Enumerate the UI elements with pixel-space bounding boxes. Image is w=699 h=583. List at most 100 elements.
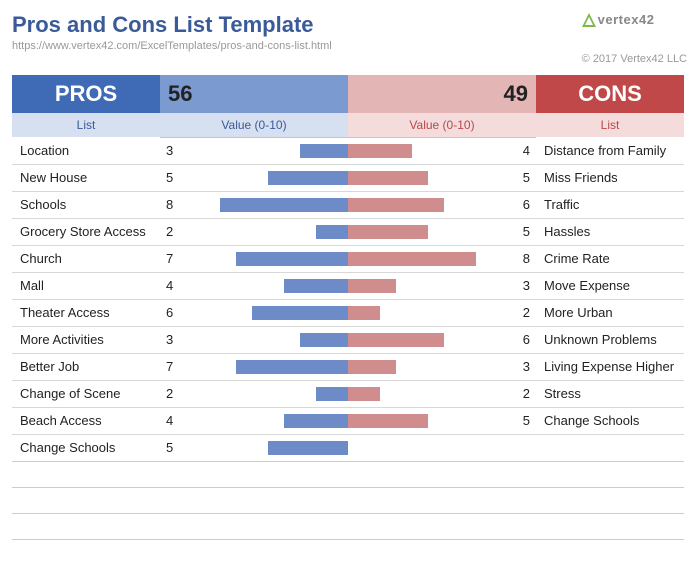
cons-item-label: Distance from Family xyxy=(536,137,684,164)
pros-list-header: List xyxy=(12,113,160,137)
cons-bar xyxy=(348,225,428,239)
pros-item-value: 2 xyxy=(160,380,348,407)
pros-item-value: 2 xyxy=(160,218,348,245)
pros-cons-table: PROS 56 49 CONS List Value (0-10) Value … xyxy=(12,75,684,540)
pros-item-label: Change of Scene xyxy=(12,380,160,407)
cons-item-value: 6 xyxy=(348,326,536,353)
cons-bar xyxy=(348,414,428,428)
pros-bar xyxy=(236,252,348,266)
pros-item-value: 7 xyxy=(160,245,348,272)
pros-item-label xyxy=(12,487,160,513)
table-row xyxy=(12,461,684,487)
pros-bar xyxy=(252,306,348,320)
pros-bar xyxy=(300,333,348,347)
cons-item-value: 5 xyxy=(348,407,536,434)
pros-item-value xyxy=(160,461,348,487)
pros-item-label: Change Schools xyxy=(12,434,160,461)
pros-item-label: Location xyxy=(12,137,160,164)
cons-list-header: List xyxy=(536,113,684,137)
pros-item-label: Grocery Store Access xyxy=(12,218,160,245)
cons-bar xyxy=(348,252,476,266)
cons-bar xyxy=(348,333,444,347)
table-row: Theater Access62More Urban xyxy=(12,299,684,326)
pros-bar xyxy=(284,279,348,293)
cons-item-label: Stress xyxy=(536,380,684,407)
pros-bar xyxy=(236,360,348,374)
copyright: © 2017 Vertex42 LLC xyxy=(582,53,687,65)
cons-total: 49 xyxy=(348,75,536,113)
pros-bar xyxy=(316,225,348,239)
cons-item-value: 8 xyxy=(348,245,536,272)
table-row: Grocery Store Access25Hassles xyxy=(12,218,684,245)
cons-item-label: Miss Friends xyxy=(536,164,684,191)
cons-item-label xyxy=(536,513,684,539)
table-row: Location34Distance from Family xyxy=(12,137,684,164)
pros-bar xyxy=(268,171,348,185)
pros-item-value: 4 xyxy=(160,407,348,434)
pros-item-value: 7 xyxy=(160,353,348,380)
page-title: Pros and Cons List Template xyxy=(12,12,332,38)
pros-bar xyxy=(300,144,348,158)
cons-bar xyxy=(348,387,380,401)
cons-item-value xyxy=(348,487,536,513)
pros-item-label: Theater Access xyxy=(12,299,160,326)
table-row: More Activities36Unknown Problems xyxy=(12,326,684,353)
table-row xyxy=(12,487,684,513)
cons-item-value: 5 xyxy=(348,164,536,191)
cons-item-label xyxy=(536,461,684,487)
pros-item-label: More Activities xyxy=(12,326,160,353)
pros-item-value: 5 xyxy=(160,434,348,461)
cons-bar xyxy=(348,198,444,212)
cons-item-value xyxy=(348,513,536,539)
cons-bar xyxy=(348,144,412,158)
pros-item-label: Beach Access xyxy=(12,407,160,434)
cons-item-label: Crime Rate xyxy=(536,245,684,272)
pros-bar xyxy=(268,441,348,455)
vertex42-logo: vertex42 xyxy=(582,12,687,27)
pros-item-value: 5 xyxy=(160,164,348,191)
cons-item-value: 6 xyxy=(348,191,536,218)
pros-bar xyxy=(316,387,348,401)
pros-item-label xyxy=(12,461,160,487)
cons-item-label: More Urban xyxy=(536,299,684,326)
cons-item-label: Hassles xyxy=(536,218,684,245)
cons-item-value xyxy=(348,434,536,461)
pros-item-value: 4 xyxy=(160,272,348,299)
pros-item-label: Mall xyxy=(12,272,160,299)
pros-item-value: 3 xyxy=(160,137,348,164)
pros-item-value: 8 xyxy=(160,191,348,218)
pros-item-label: New House xyxy=(12,164,160,191)
cons-item-label: Change Schools xyxy=(536,407,684,434)
cons-item-value: 2 xyxy=(348,380,536,407)
cons-item-value: 5 xyxy=(348,218,536,245)
table-row: Better Job73Living Expense Higher xyxy=(12,353,684,380)
cons-bar xyxy=(348,360,396,374)
table-row: Church78Crime Rate xyxy=(12,245,684,272)
cons-item-value: 2 xyxy=(348,299,536,326)
pros-bar xyxy=(284,414,348,428)
table-row: New House55Miss Friends xyxy=(12,164,684,191)
pros-header: PROS xyxy=(12,75,160,113)
cons-item-value xyxy=(348,461,536,487)
pros-item-value: 3 xyxy=(160,326,348,353)
cons-item-label: Move Expense xyxy=(536,272,684,299)
cons-item-value: 3 xyxy=(348,353,536,380)
pros-bar xyxy=(220,198,348,212)
cons-item-value: 3 xyxy=(348,272,536,299)
cons-item-label: Living Expense Higher xyxy=(536,353,684,380)
table-row xyxy=(12,513,684,539)
pros-item-label: Church xyxy=(12,245,160,272)
cons-item-label: Traffic xyxy=(536,191,684,218)
cons-item-value: 4 xyxy=(348,137,536,164)
pros-item-value xyxy=(160,513,348,539)
cons-item-label xyxy=(536,434,684,461)
cons-header: CONS xyxy=(536,75,684,113)
pros-item-label xyxy=(12,513,160,539)
cons-item-label: Unknown Problems xyxy=(536,326,684,353)
table-row: Change Schools5 xyxy=(12,434,684,461)
cons-bar xyxy=(348,279,396,293)
pros-item-label: Better Job xyxy=(12,353,160,380)
table-row: Beach Access45Change Schools xyxy=(12,407,684,434)
table-row: Mall43Move Expense xyxy=(12,272,684,299)
source-url: https://www.vertex42.com/ExcelTemplates/… xyxy=(12,40,332,52)
